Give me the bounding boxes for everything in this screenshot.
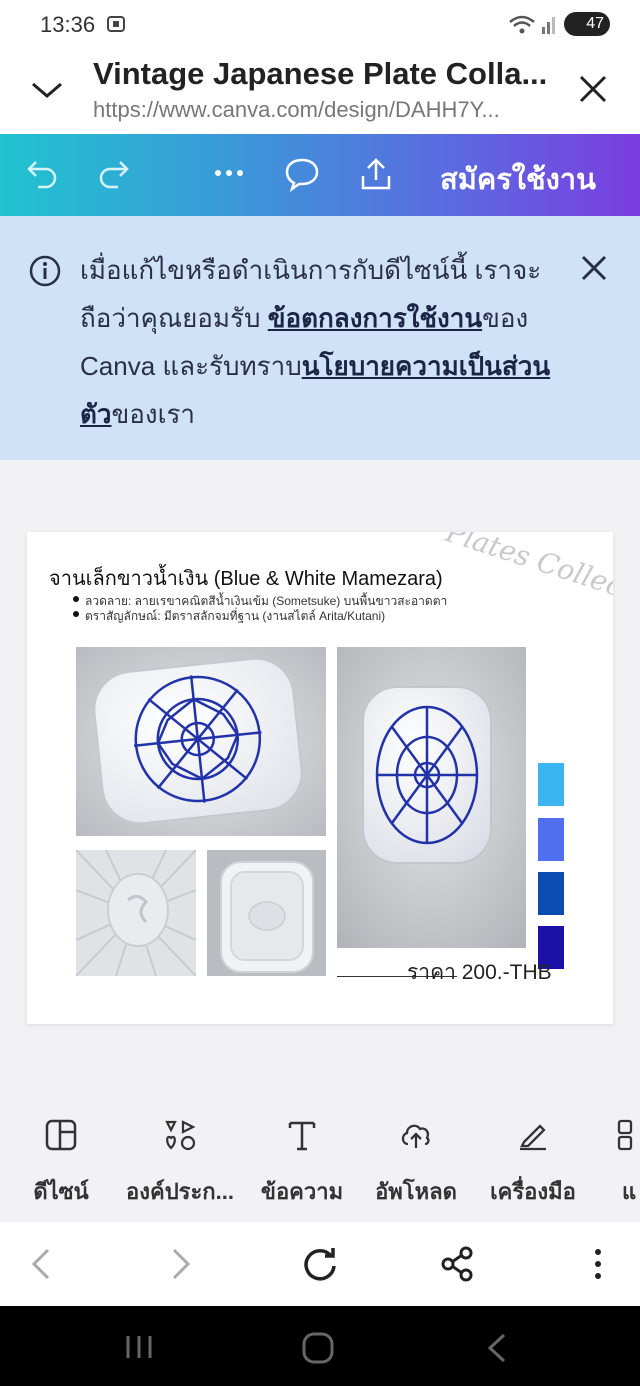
comment-icon[interactable] <box>284 156 320 192</box>
design-page[interactable]: Plates Collecti จานเล็กขาวน้ำเงิน (Blue … <box>27 532 613 1024</box>
tool-tools-label: เครื่องมือ <box>490 1179 576 1204</box>
more-options-icon[interactable] <box>212 156 246 190</box>
recent-apps-icon[interactable] <box>122 1332 156 1362</box>
terms-notice-banner: เมื่อแก้ไขหรือดำเนินการกับดีไซน์นี้ เราจ… <box>0 216 640 460</box>
overflow-menu-icon[interactable] <box>578 1244 618 1284</box>
plate-illustration-back <box>207 850 326 976</box>
color-swatch[interactable] <box>538 763 564 806</box>
tools-icon <box>520 1124 546 1151</box>
tool-tools[interactable]: เครื่องมือ <box>478 1098 588 1222</box>
refresh-icon[interactable] <box>300 1244 340 1284</box>
plate-photo-top[interactable] <box>76 647 326 836</box>
close-notice-icon[interactable] <box>578 252 610 284</box>
home-icon[interactable] <box>300 1330 336 1366</box>
tool-more[interactable]: แ <box>612 1098 640 1222</box>
system-back-icon[interactable] <box>484 1332 508 1364</box>
plate-photo-stamp[interactable] <box>76 850 196 976</box>
elements-icon <box>165 1120 196 1151</box>
close-icon[interactable] <box>576 72 610 106</box>
plate-illustration-angle <box>337 647 526 948</box>
bullet-mark[interactable]: ตราสัญลักษณ์: มีตราสลักจมที่ฐาน (งานสไตล… <box>72 607 385 626</box>
redo-icon[interactable] <box>96 156 130 190</box>
text-icon <box>288 1121 316 1151</box>
color-swatch[interactable] <box>538 818 564 861</box>
back-icon[interactable] <box>22 1244 62 1284</box>
browser-nav-bar <box>0 1222 640 1306</box>
more-icon <box>617 1119 633 1151</box>
tool-more-label: แ <box>622 1179 637 1204</box>
canva-toolbar: สมัครใช้งาน <box>0 134 640 216</box>
price-text[interactable]: ราคา 200.-THB <box>407 956 552 989</box>
forward-icon[interactable] <box>160 1244 200 1284</box>
wifi-signal-icon <box>509 15 555 34</box>
status-bar: 13:36 47 <box>0 0 640 48</box>
design-icon <box>45 1119 77 1151</box>
tool-design-label: ดีไซน์ <box>33 1179 89 1204</box>
notice-text-after: ของเรา <box>111 399 196 429</box>
share-icon[interactable] <box>438 1244 478 1284</box>
custom-tab-header: Vintage Japanese Plate Colla... https://… <box>0 48 640 134</box>
tool-elements-label: องค์ประก... <box>126 1179 234 1204</box>
editor-tools-bar: ดีไซน์ องค์ประก... ข้อความ อัพโหลด เครื่… <box>0 1098 640 1222</box>
design-heading[interactable]: จานเล็กขาวน้ำเงิน (Blue & White Mamezara… <box>49 562 443 594</box>
chevron-down-icon[interactable] <box>30 76 64 102</box>
color-swatch[interactable] <box>538 872 564 915</box>
share-upload-icon[interactable] <box>358 156 394 192</box>
system-nav-bar <box>0 1306 640 1386</box>
page-url[interactable]: https://www.canva.com/design/DAHH7Y... <box>93 97 543 123</box>
info-icon <box>29 255 61 287</box>
plate-illustration-stamp <box>76 850 196 976</box>
signup-button[interactable]: สมัครใช้งาน <box>440 156 596 202</box>
watermark-text: Plates Collecti <box>441 532 613 610</box>
upload-icon <box>401 1124 430 1148</box>
terms-of-use-link[interactable]: ข้อตกลงการใช้งาน <box>268 303 482 333</box>
plate-photo-angle[interactable] <box>337 647 526 948</box>
notice-text: เมื่อแก้ไขหรือดำเนินการกับดีไซน์นี้ เราจ… <box>80 246 560 438</box>
plate-photo-back[interactable] <box>207 850 326 976</box>
tool-text-label: ข้อความ <box>260 1179 344 1204</box>
tool-elements[interactable]: องค์ประก... <box>118 1098 242 1222</box>
battery-indicator: 47 <box>564 12 610 36</box>
page-title: Vintage Japanese Plate Colla... <box>93 56 548 91</box>
tool-upload-label: อัพโหลด <box>375 1179 457 1204</box>
undo-icon[interactable] <box>26 156 60 190</box>
screenshot-icon <box>107 16 125 32</box>
tool-upload[interactable]: อัพโหลด <box>364 1098 468 1222</box>
tool-text[interactable]: ข้อความ <box>252 1098 352 1222</box>
tool-design[interactable]: ดีไซน์ <box>16 1098 106 1222</box>
plate-illustration-top <box>76 647 326 836</box>
status-time: 13:36 <box>40 12 96 37</box>
